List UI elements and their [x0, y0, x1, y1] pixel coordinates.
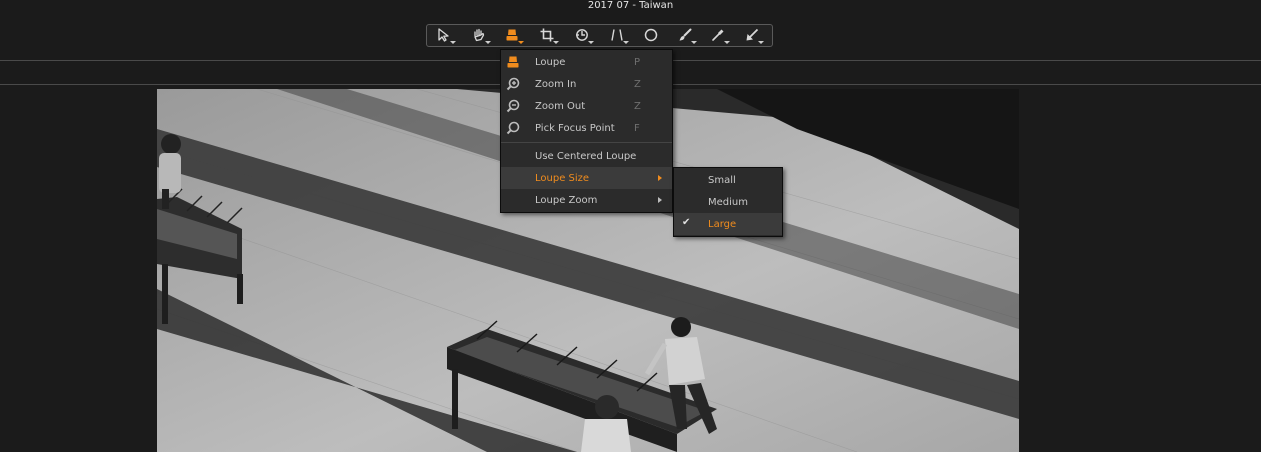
straighten-tool-button[interactable]	[567, 26, 597, 47]
loupe-tool-button[interactable]	[497, 26, 527, 47]
menu-item-label: Use Centered Loupe	[535, 150, 637, 162]
eyedropper-icon	[711, 27, 725, 46]
menu-item-zoom-in[interactable]: Zoom In Z	[501, 73, 672, 95]
menu-item-label: Pick Focus Point	[535, 122, 615, 134]
submenu-arrow-icon	[658, 175, 662, 181]
menu-item-label: Loupe Size	[535, 172, 590, 184]
menu-item-small[interactable]: Small	[674, 169, 782, 191]
annotate-tool-button[interactable]	[737, 26, 767, 47]
perspective-keystone-icon	[610, 27, 624, 46]
window-title: 2017 07 - Taiwan	[587, 0, 674, 11]
brush-icon	[678, 27, 692, 46]
circle-mask-icon	[644, 27, 658, 46]
menu-separator	[501, 142, 672, 143]
menu-item-label: Loupe	[535, 56, 566, 68]
menu-item-large[interactable]: ✔ Large	[674, 213, 782, 235]
menu-item-use-centered-loupe[interactable]: Use Centered Loupe	[501, 145, 672, 167]
focus-point-icon	[505, 120, 521, 136]
menu-item-loupe-size[interactable]: Loupe Size	[501, 167, 672, 189]
tool-strip	[426, 24, 773, 47]
zoom-out-icon	[505, 98, 521, 114]
keystone-tool-button[interactable]	[602, 26, 632, 47]
menu-item-zoom-out[interactable]: Zoom Out Z	[501, 95, 672, 117]
select-arrow-icon	[437, 27, 451, 46]
menu-item-shortcut: Z	[634, 78, 641, 90]
menu-item-label: Medium	[708, 196, 748, 208]
menu-item-label: Zoom Out	[535, 100, 586, 112]
hand-tool-button[interactable]	[464, 26, 494, 47]
brush-tool-button[interactable]	[670, 26, 700, 47]
annotate-arrow-icon	[745, 27, 759, 46]
menu-item-label: Small	[708, 174, 736, 186]
crop-icon	[540, 27, 554, 46]
menu-item-pick-focus-point[interactable]: Pick Focus Point F	[501, 117, 672, 139]
straighten-rotate-icon	[575, 27, 589, 46]
menu-item-label: Loupe Zoom	[535, 194, 598, 206]
menu-item-label: Large	[708, 218, 737, 230]
menu-item-loupe-zoom[interactable]: Loupe Zoom	[501, 189, 672, 211]
circle-mask-tool-button[interactable]	[636, 26, 666, 47]
menu-item-shortcut: F	[634, 122, 640, 134]
menu-item-loupe[interactable]: Loupe P	[501, 51, 672, 73]
crop-tool-button[interactable]	[532, 26, 562, 47]
zoom-in-icon	[505, 76, 521, 92]
menu-item-shortcut: Z	[634, 100, 641, 112]
menu-item-medium[interactable]: Medium	[674, 191, 782, 213]
menu-item-shortcut: P	[634, 56, 641, 68]
select-tool-button[interactable]	[429, 26, 459, 47]
hand-pan-icon	[472, 27, 486, 46]
checkmark-icon: ✔	[682, 217, 691, 228]
eyedropper-tool-button[interactable]	[703, 26, 733, 47]
submenu-arrow-icon	[658, 197, 662, 203]
menu-item-label: Zoom In	[535, 78, 577, 90]
loupe-size-submenu: Small Medium ✔ Large	[673, 167, 783, 237]
loupe-icon	[505, 54, 521, 70]
loupe-icon	[505, 27, 519, 46]
loupe-menu: Loupe P Zoom In Z Zoom Out Z Pick Focus …	[500, 49, 673, 213]
